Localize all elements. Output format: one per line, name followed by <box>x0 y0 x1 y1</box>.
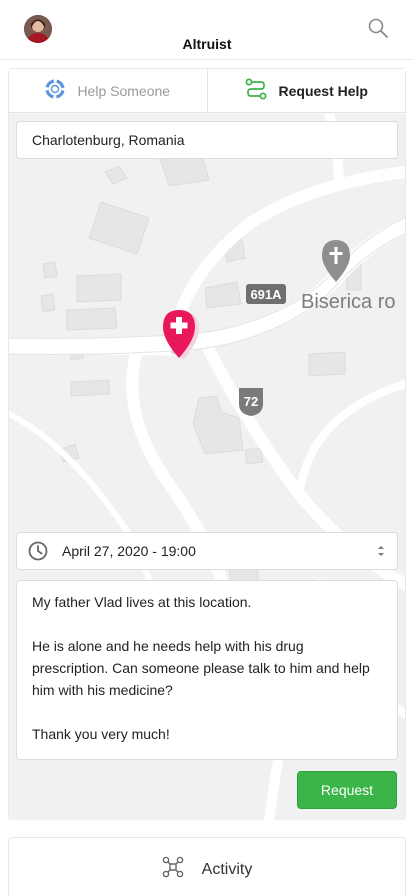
search-icon[interactable] <box>366 16 392 42</box>
activity-card[interactable]: Activity <box>8 837 406 896</box>
tab-label: Request Help <box>278 82 368 99</box>
poi-label: Biserica ro <box>301 291 395 313</box>
road-shield-72: 72 <box>239 388 263 416</box>
tab-help-someone[interactable]: Help Someone <box>9 69 207 112</box>
clock-icon <box>28 541 48 561</box>
network-icon <box>162 856 184 883</box>
message-text: My father Vlad lives at this location. H… <box>32 594 370 742</box>
svg-text:72: 72 <box>244 394 258 409</box>
location-map[interactable]: 691A 72 Biserica ro Charlotenburg, Roman… <box>9 114 405 820</box>
datetime-value: April 27, 2020 - 19:00 <box>62 543 196 559</box>
datetime-picker[interactable]: April 27, 2020 - 19:00 <box>16 532 398 570</box>
location-input[interactable]: Charlotenburg, Romania <box>16 121 398 159</box>
stepper-icon[interactable] <box>377 544 385 558</box>
tab-label: Help Someone <box>77 82 171 99</box>
request-button[interactable]: Request <box>297 771 397 809</box>
message-textarea[interactable]: My father Vlad lives at this location. H… <box>16 580 398 760</box>
svg-text:691A: 691A <box>250 287 282 302</box>
request-help-panel: Help Someone Request Help 691A 72 Biseri… <box>8 68 406 820</box>
app-title: Altruist <box>182 36 232 52</box>
route-icon <box>245 78 267 103</box>
activity-label: Activity <box>201 860 253 878</box>
app-header: Altruist <box>0 0 414 60</box>
lifebuoy-icon <box>45 79 66 102</box>
road-shield-691a: 691A <box>246 284 286 304</box>
tab-request-help[interactable]: Request Help <box>206 69 406 112</box>
mode-tabs: Help Someone Request Help <box>9 69 405 113</box>
